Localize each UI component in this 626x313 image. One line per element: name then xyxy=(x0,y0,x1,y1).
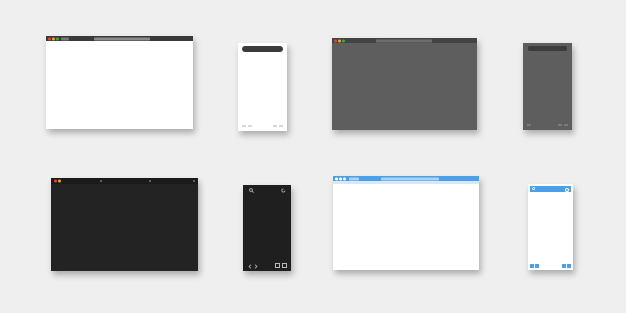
address-bar[interactable] xyxy=(94,37,150,40)
close-dot[interactable] xyxy=(334,39,337,42)
tab-dot[interactable] xyxy=(100,180,102,182)
toolbar-strip xyxy=(333,181,479,184)
maximize-dot[interactable] xyxy=(343,177,346,180)
address-bar[interactable] xyxy=(528,46,567,51)
close-dot[interactable] xyxy=(48,37,51,40)
address-bar[interactable] xyxy=(242,46,283,52)
maximize-dot[interactable] xyxy=(342,39,345,42)
browser-black-window xyxy=(51,178,198,271)
minimize-dot[interactable] xyxy=(58,179,61,183)
maximize-dot[interactable] xyxy=(56,37,59,40)
close-dot[interactable] xyxy=(335,177,338,180)
tab[interactable] xyxy=(61,37,69,40)
back-icon[interactable] xyxy=(527,124,531,126)
search-icon[interactable] xyxy=(249,188,254,193)
address-bar[interactable] xyxy=(381,177,439,180)
tabs-button[interactable] xyxy=(562,264,566,268)
address-bar[interactable] xyxy=(376,39,432,42)
close-dot[interactable] xyxy=(54,179,57,183)
forward-icon[interactable] xyxy=(248,125,252,127)
tabs-icon[interactable] xyxy=(558,124,562,126)
menu-button[interactable] xyxy=(567,264,571,268)
phone-gray-window xyxy=(523,43,572,130)
forward-button[interactable] xyxy=(535,264,539,268)
phone-light-window xyxy=(238,43,287,131)
menu-icon[interactable] xyxy=(282,263,287,268)
browser-light-window xyxy=(46,36,193,129)
back-icon[interactable] xyxy=(242,125,246,127)
forward-icon[interactable] xyxy=(254,264,258,269)
minimize-dot[interactable] xyxy=(338,39,341,42)
page-content xyxy=(46,41,193,129)
browser-blue-window xyxy=(333,176,479,270)
phone-blue-window xyxy=(528,184,573,270)
menu-icon[interactable] xyxy=(564,124,568,126)
refresh-icon[interactable] xyxy=(565,188,569,192)
close-tab-dot[interactable] xyxy=(193,180,195,182)
tabs-icon[interactable] xyxy=(275,263,280,268)
back-button[interactable] xyxy=(530,264,534,268)
search-icon[interactable] xyxy=(532,187,536,191)
browser-gray-window xyxy=(332,38,477,130)
refresh-icon[interactable] xyxy=(281,188,286,193)
title-bar xyxy=(332,38,477,43)
title-bar xyxy=(51,178,198,184)
address-bar[interactable] xyxy=(530,186,571,192)
tab-dot[interactable] xyxy=(149,180,151,182)
menu-icon[interactable] xyxy=(279,125,283,127)
minimize-dot[interactable] xyxy=(52,37,55,40)
back-icon[interactable] xyxy=(248,264,252,269)
tab[interactable] xyxy=(349,177,359,180)
tabs-icon[interactable] xyxy=(273,125,277,127)
minimize-dot[interactable] xyxy=(339,177,342,180)
phone-black-window xyxy=(243,185,291,271)
